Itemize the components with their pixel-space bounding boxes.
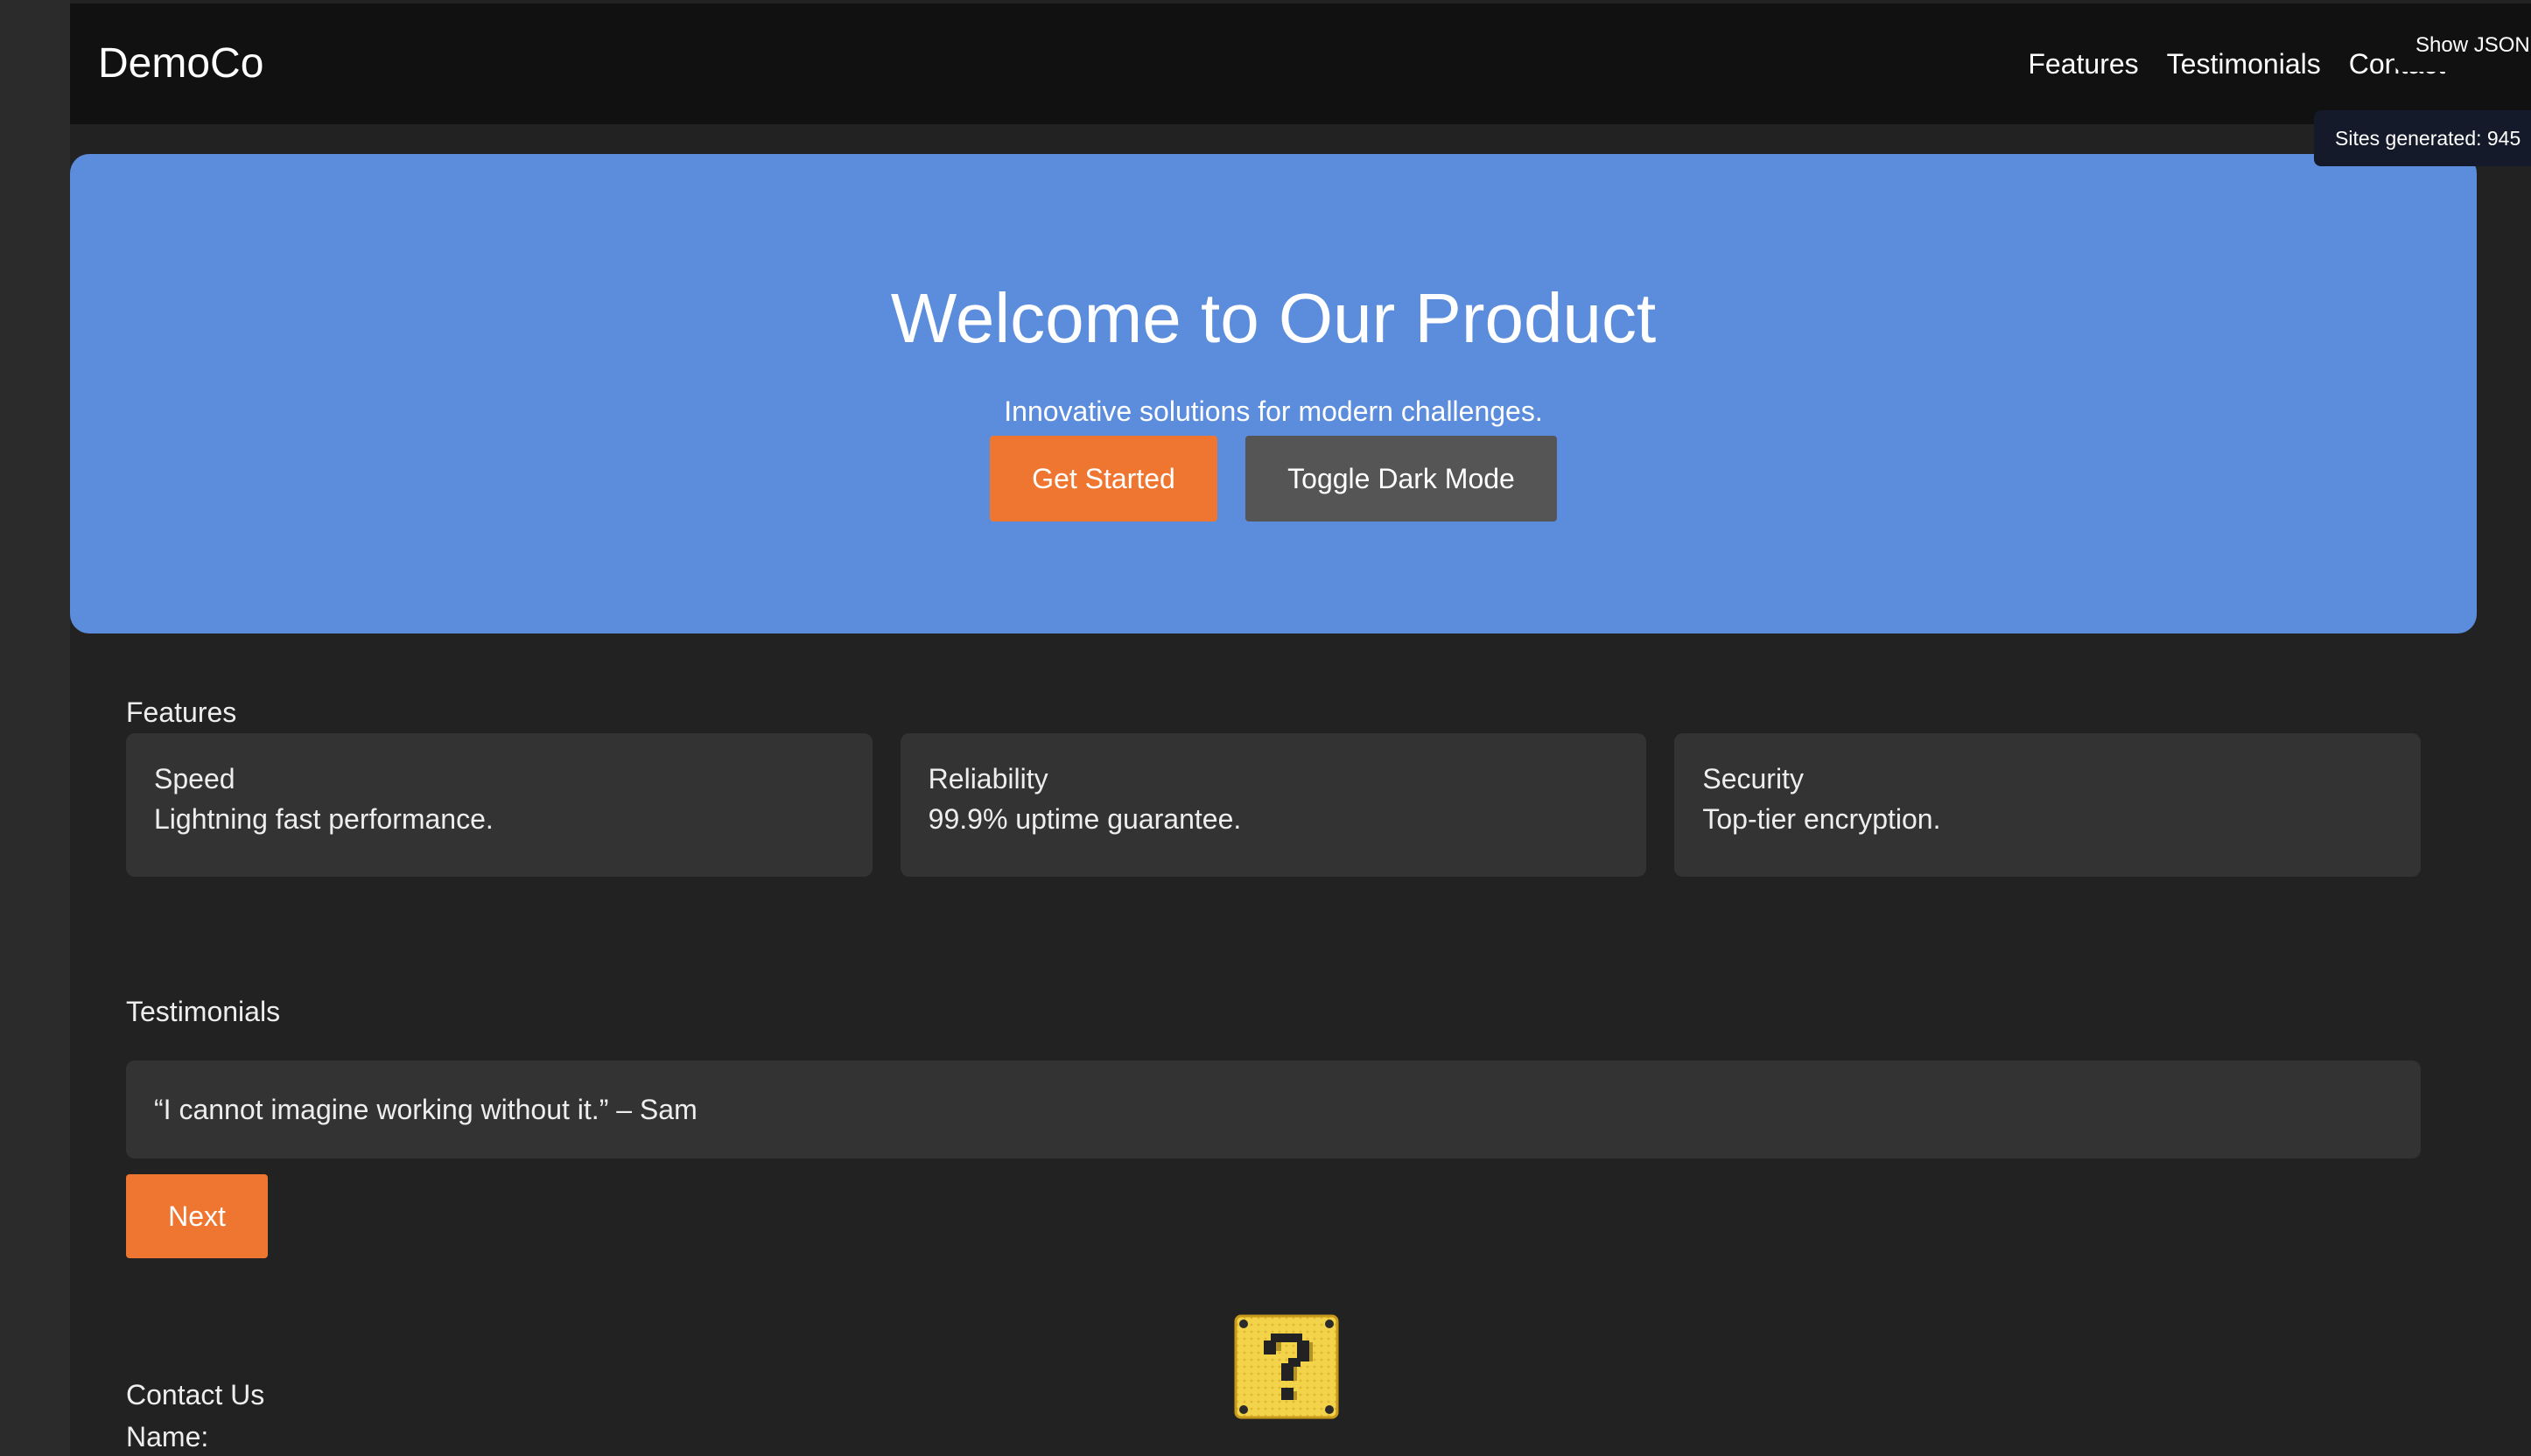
hero-subtitle: Innovative solutions for modern challeng… [1004, 396, 1543, 427]
nav-link-features[interactable]: Features [2028, 48, 2138, 80]
site-header: DemoCo Features Testimonials Contact [70, 4, 2531, 124]
feature-title: Security [1702, 763, 1804, 794]
show-json-button[interactable]: Show JSON [2394, 19, 2531, 72]
next-testimonial-button[interactable]: Next [126, 1174, 268, 1258]
feature-title: Reliability [928, 763, 1048, 794]
nav-link-testimonials[interactable]: Testimonials [2167, 48, 2321, 80]
feature-card-reliability: Reliability 99.9% uptime guarantee. [900, 733, 1647, 877]
feature-title: Speed [154, 763, 235, 794]
get-started-button[interactable]: Get Started [990, 436, 1217, 522]
hero-button-group: Get Started Toggle Dark Mode [70, 436, 2477, 522]
testimonials-heading: Testimonials [126, 996, 281, 1027]
testimonial-quote: “I cannot imagine working without it.” –… [154, 1094, 698, 1125]
features-heading: Features [126, 696, 237, 728]
brand-logo[interactable]: DemoCo [98, 4, 263, 124]
contact-name-label: Name: [126, 1421, 209, 1452]
hero-section: Welcome to Our Product Innovative soluti… [70, 154, 2477, 634]
feature-card-security: Security Top-tier encryption. [1674, 733, 2422, 877]
feature-card-speed: Speed Lightning fast performance. [126, 733, 873, 877]
feature-description: 99.9% uptime guarantee. [928, 803, 1242, 835]
sites-generated-badge: Sites generated: 945 [2314, 110, 2531, 166]
left-edge-strip [0, 0, 70, 1456]
contact-heading: Contact Us [126, 1379, 265, 1410]
testimonial-card: “I cannot imagine working without it.” –… [126, 1060, 2421, 1158]
question-block-icon[interactable] [1234, 1314, 1339, 1419]
feature-description: Lightning fast performance. [154, 803, 494, 835]
features-grid: Speed Lightning fast performance. Reliab… [126, 733, 2422, 877]
hero-title: Welcome to Our Product [890, 279, 1657, 357]
feature-description: Top-tier encryption. [1702, 803, 1941, 835]
toggle-dark-mode-button[interactable]: Toggle Dark Mode [1245, 436, 1557, 522]
main-nav: Features Testimonials Contact [2028, 4, 2445, 124]
